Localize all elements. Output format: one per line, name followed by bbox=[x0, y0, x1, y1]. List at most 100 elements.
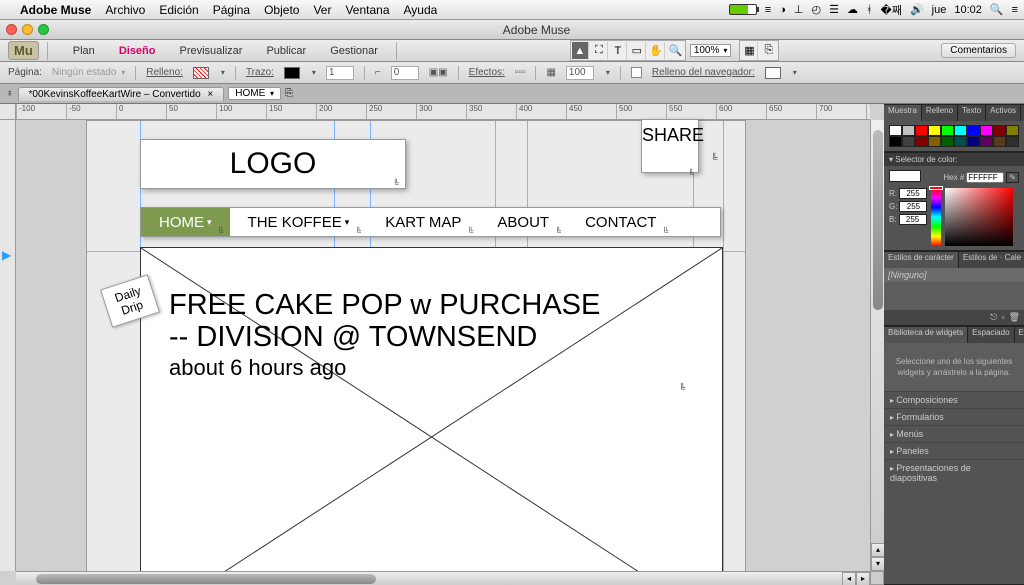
clock-day[interactable]: jue bbox=[932, 4, 947, 16]
swatch[interactable] bbox=[993, 125, 1006, 136]
volume-icon[interactable]: 🔊 bbox=[910, 3, 924, 16]
mac-menu-item[interactable]: Archivo bbox=[105, 3, 145, 17]
fill-swatch[interactable] bbox=[193, 67, 209, 79]
menubar-extra-icon[interactable]: ☰ bbox=[829, 3, 839, 16]
guide[interactable] bbox=[723, 121, 724, 585]
overflow-icon[interactable]: ╚ bbox=[393, 179, 403, 187]
window-close-button[interactable] bbox=[6, 24, 17, 35]
resize-grip-icon[interactable] bbox=[870, 571, 884, 585]
mode-preview[interactable]: Previsualizar bbox=[170, 45, 253, 57]
overflow-icon[interactable]: ╚ bbox=[686, 163, 696, 171]
share-placeholder[interactable]: SHARE ╚ bbox=[641, 119, 699, 173]
mac-menu-item[interactable]: Objeto bbox=[264, 3, 299, 17]
panel-tab-states[interactable]: Estados bbox=[1015, 327, 1024, 343]
menubar-extra-icon[interactable]: ⊥ bbox=[794, 3, 804, 16]
horizontal-scrollbar[interactable]: ◂ ▸ bbox=[16, 571, 870, 585]
style-none[interactable]: [Ninguno] bbox=[884, 268, 1024, 282]
stroke-swatch[interactable] bbox=[284, 67, 300, 79]
responsive-tool-icon[interactable]: ▦ bbox=[741, 42, 758, 59]
page-selector[interactable]: HOME ▾ bbox=[228, 87, 281, 100]
overflow-icon[interactable]: ╚ bbox=[467, 227, 477, 235]
hex-input[interactable] bbox=[966, 172, 1004, 183]
overflow-icon[interactable]: ╚ bbox=[355, 227, 365, 235]
corner-buttons[interactable]: ▣▣ bbox=[429, 67, 448, 78]
menubar-extra-icon[interactable]: ☁ bbox=[847, 3, 858, 16]
window-zoom-button[interactable] bbox=[38, 24, 49, 35]
panel-tab-text[interactable]: Texto bbox=[958, 105, 986, 121]
swatch[interactable] bbox=[902, 136, 915, 147]
effects-icons[interactable]: ▫▫▫ bbox=[515, 67, 526, 78]
menubar-extra-icon[interactable]: ◴ bbox=[811, 3, 821, 16]
widget-cat-menus[interactable]: Menús bbox=[884, 425, 1024, 442]
color-preview-swatch[interactable] bbox=[889, 170, 921, 182]
swatch[interactable] bbox=[954, 125, 967, 136]
swatch[interactable] bbox=[928, 136, 941, 147]
mac-menu-item[interactable]: Edición bbox=[159, 3, 198, 17]
swatch[interactable] bbox=[1006, 136, 1019, 147]
ruler-origin[interactable] bbox=[0, 104, 16, 120]
eyedropper-icon[interactable]: ✎ bbox=[1006, 172, 1019, 183]
swatch[interactable] bbox=[993, 136, 1006, 147]
panel-tab-char-styles[interactable]: Estilos de carácter bbox=[884, 252, 959, 268]
guide-marker-icon[interactable]: ▶ bbox=[2, 248, 11, 262]
mode-manage[interactable]: Gestionar bbox=[320, 45, 388, 57]
swatch[interactable] bbox=[980, 125, 993, 136]
widget-cat-forms[interactable]: Formularios bbox=[884, 408, 1024, 425]
overflow-icon[interactable]: ╚ bbox=[555, 227, 565, 235]
widget-cat-compositions[interactable]: Composiciones bbox=[884, 391, 1024, 408]
overflow-icon[interactable]: ╚ bbox=[711, 153, 725, 165]
battery-icon[interactable] bbox=[729, 4, 757, 15]
bluetooth-icon[interactable]: ᚼ bbox=[866, 4, 873, 16]
page-nav-icon[interactable]: ⎘ bbox=[285, 88, 293, 99]
scroll-right-icon[interactable]: ▸ bbox=[856, 572, 870, 585]
browser-fill-swatch[interactable] bbox=[765, 67, 781, 79]
swatch-grid[interactable] bbox=[889, 125, 1019, 147]
zoom-level[interactable]: 100%▾ bbox=[690, 44, 732, 57]
zoom-tool-icon[interactable]: 🔍 bbox=[667, 42, 684, 59]
clock-time[interactable]: 10:02 bbox=[954, 4, 982, 16]
scrollbar-thumb[interactable] bbox=[36, 574, 376, 584]
widget-cat-panels[interactable]: Paneles bbox=[884, 442, 1024, 459]
mode-publish[interactable]: Publicar bbox=[256, 45, 316, 57]
panel-tab-spacing[interactable]: Espaciado bbox=[968, 327, 1014, 343]
text-tool-icon[interactable]: T bbox=[610, 42, 627, 59]
hue-slider[interactable] bbox=[931, 188, 941, 246]
swatch[interactable] bbox=[967, 136, 980, 147]
document-tab[interactable]: *00KevinsKoffeeKartWire – Convertido × bbox=[18, 87, 225, 101]
color-picker-title[interactable]: ▾ Selector de color: bbox=[884, 153, 1024, 166]
nav-item-koffee[interactable]: THE KOFFEE▾╚ bbox=[230, 208, 368, 236]
overflow-icon[interactable]: ╚ bbox=[662, 227, 672, 235]
mac-menu-app[interactable]: Adobe Muse bbox=[20, 3, 91, 17]
panel-tab-widgets[interactable]: Biblioteca de widgets bbox=[884, 327, 968, 343]
swatch[interactable] bbox=[980, 136, 993, 147]
scroll-up-icon[interactable]: ▴ bbox=[871, 543, 884, 557]
swatch[interactable] bbox=[902, 125, 915, 136]
panel-tab-swatches[interactable]: Muestra bbox=[884, 105, 922, 121]
b-input[interactable] bbox=[899, 214, 927, 225]
widget-cat-slideshows[interactable]: Presentaciones de diapositivas bbox=[884, 459, 1024, 486]
unlink-style-icon[interactable]: ⎋ bbox=[990, 312, 997, 323]
swatch[interactable] bbox=[941, 136, 954, 147]
mode-plan[interactable]: Plan bbox=[63, 45, 105, 57]
logo-placeholder[interactable]: LOGO ╚ bbox=[140, 139, 406, 189]
browser-fill-checkbox[interactable] bbox=[631, 67, 642, 78]
menubar-extra-icon[interactable]: ◑ bbox=[779, 4, 786, 16]
r-input[interactable] bbox=[899, 188, 927, 199]
page-state-dropdown[interactable]: Ningún estado ▾ bbox=[52, 67, 125, 78]
nav-item-contact[interactable]: CONTACT╚ bbox=[567, 208, 674, 236]
new-style-icon[interactable]: ▫ bbox=[1001, 312, 1004, 323]
rectangle-tool-icon[interactable]: ▭ bbox=[629, 42, 646, 59]
scroll-down-icon[interactable]: ▾ bbox=[871, 557, 884, 571]
selection-tool-icon[interactable]: ▲ bbox=[572, 42, 589, 59]
menubar-extra-icon[interactable]: ≡ bbox=[765, 4, 771, 16]
nav-item-about[interactable]: ABOUT╚ bbox=[479, 208, 567, 236]
panel-tab-assets[interactable]: Activos bbox=[986, 105, 1021, 121]
panel-tab-fill[interactable]: Relleno bbox=[922, 105, 958, 121]
mac-menu-item[interactable]: Ventana bbox=[345, 3, 389, 17]
delete-style-icon[interactable]: 🗑 bbox=[1009, 312, 1020, 323]
mode-design[interactable]: Diseño bbox=[109, 45, 166, 57]
swatch[interactable] bbox=[889, 125, 902, 136]
overflow-icon[interactable]: ╚ bbox=[679, 383, 693, 395]
mac-menu-item[interactable]: Página bbox=[213, 3, 250, 17]
design-page[interactable]: LOGO ╚ SHARE ╚ ╚ HOME▾╚ THE KOFFEE▾╚ KAR… bbox=[86, 120, 746, 585]
